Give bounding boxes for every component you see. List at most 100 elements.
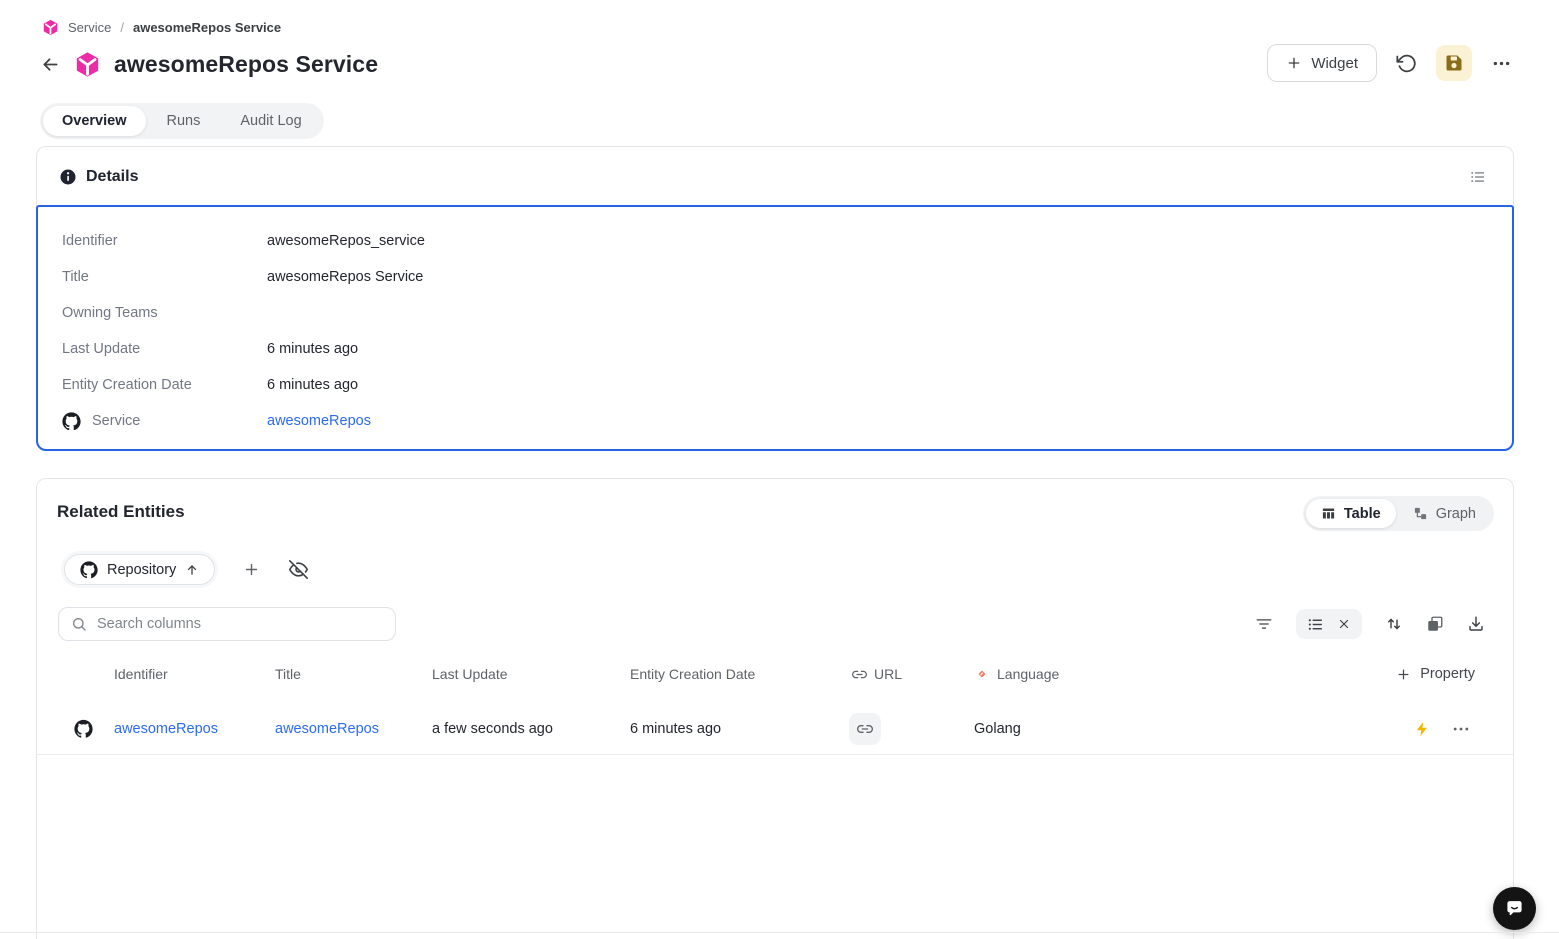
view-toggle-graph[interactable]: Graph [1398, 499, 1491, 528]
add-property-button[interactable]: Property [1396, 666, 1475, 682]
detail-row: Entity Creation Date 6 minutes ago [38, 367, 1512, 403]
link-icon [857, 724, 873, 733]
entity-tab-label: Repository [107, 561, 177, 578]
table-header-row: Identifier Title Last Update Entity Crea… [37, 657, 1513, 691]
row-identifier-link[interactable]: awesomeRepos [114, 721, 218, 737]
clear-group-button[interactable] [1337, 617, 1351, 631]
detail-row: Last Update 6 minutes ago [38, 331, 1512, 367]
detail-row: Identifier awesomeRepos_service [38, 223, 1512, 259]
github-icon [74, 719, 93, 738]
download-icon [1469, 616, 1483, 631]
add-widget-button[interactable]: Widget [1267, 44, 1377, 82]
service-entity-page: Service / awesomeRepos Service awesomeRe… [0, 0, 1559, 939]
detail-row-service: Service awesomeRepos [38, 403, 1512, 439]
table-toolbar [1255, 609, 1485, 639]
breadcrumb-separator: / [120, 20, 124, 35]
search-columns [58, 607, 396, 641]
viewport-bottom-divider [0, 932, 1559, 933]
support-chat-button[interactable] [1493, 887, 1536, 930]
breadcrumb: Service / awesomeRepos Service [42, 19, 281, 36]
view-toggle: Table Graph [1302, 496, 1494, 531]
entity-tab-container: Repository [61, 551, 219, 588]
ellipsis-icon [1453, 727, 1469, 730]
chat-bubble-icon [1507, 901, 1522, 916]
row-quick-action-button[interactable] [1414, 720, 1431, 737]
list-icon [1308, 618, 1322, 630]
plus-icon [1398, 669, 1409, 679]
group-by-control [1296, 609, 1362, 639]
add-related-entity-button[interactable] [243, 561, 260, 578]
details-widget-header: Details [36, 146, 1514, 206]
details-title: Details [86, 167, 139, 185]
search-icon [73, 618, 86, 631]
group-list-button[interactable] [1307, 616, 1324, 633]
arrow-up-icon [188, 564, 197, 575]
detail-label: Owning Teams [62, 305, 158, 321]
page-header: awesomeRepos Service [40, 46, 378, 82]
view-toggle-table-label: Table [1343, 505, 1381, 522]
column-header-last-update[interactable]: Last Update [432, 666, 508, 682]
detail-label: Entity Creation Date [62, 377, 192, 393]
column-header-identifier[interactable]: Identifier [114, 666, 168, 682]
entity-tab-repository[interactable]: Repository [64, 554, 216, 585]
port-cube-icon [43, 19, 58, 36]
tab-runs[interactable]: Runs [148, 106, 220, 136]
details-view-list-button[interactable] [1469, 168, 1487, 186]
column-header-language[interactable]: Language [974, 666, 1059, 682]
table-icon [1322, 508, 1335, 519]
close-icon [1339, 619, 1349, 629]
row-title-link[interactable]: awesomeRepos [275, 721, 379, 737]
filter-icon [1256, 619, 1272, 629]
copy-button[interactable] [1426, 615, 1444, 633]
search-columns-input[interactable] [58, 607, 396, 641]
filter-button[interactable] [1255, 615, 1273, 633]
copy-icon [1428, 616, 1443, 631]
detail-label: Identifier [62, 233, 118, 249]
detail-value: 6 minutes ago [267, 377, 359, 393]
more-options-button[interactable] [1491, 53, 1512, 74]
details-widget-body[interactable]: Identifier awesomeRepos_service Title aw… [36, 205, 1514, 451]
list-icon [1471, 171, 1484, 182]
service-entity-link[interactable]: awesomeRepos [267, 413, 371, 429]
row-more-options-button[interactable] [1451, 719, 1471, 739]
tab-overview[interactable]: Overview [43, 106, 146, 136]
github-icon [62, 411, 81, 430]
table-row[interactable]: awesomeRepos awesomeRepos a few seconds … [37, 703, 1513, 755]
plus-icon [246, 563, 258, 576]
info-icon [60, 169, 76, 184]
ellipsis-icon [1493, 61, 1510, 65]
tab-audit-log[interactable]: Audit Log [221, 106, 320, 136]
row-last-update: a few seconds ago [432, 720, 553, 737]
undo-button[interactable] [1396, 53, 1417, 74]
breadcrumb-root[interactable]: Service [68, 20, 111, 35]
header-actions: Widget [1267, 44, 1512, 82]
detail-value: awesomeRepos_service [267, 233, 425, 249]
column-header-entity-creation-date[interactable]: Entity Creation Date [630, 666, 755, 682]
row-language: Golang [974, 720, 1021, 737]
column-header-title[interactable]: Title [275, 666, 301, 682]
add-widget-label: Widget [1311, 54, 1358, 72]
related-entity-tabs: Repository [61, 551, 309, 588]
page-title: awesomeRepos Service [114, 50, 379, 77]
hide-related-button[interactable] [289, 560, 309, 579]
detail-row: Title awesomeRepos Service [38, 259, 1512, 295]
download-button[interactable] [1467, 615, 1485, 633]
port-cube-icon [76, 51, 99, 77]
page-tabs: Overview Runs Audit Log [40, 103, 324, 139]
view-toggle-table[interactable]: Table [1305, 499, 1396, 528]
column-header-url[interactable]: URL [852, 666, 902, 682]
bolt-icon [1416, 721, 1427, 736]
save-button[interactable] [1436, 45, 1472, 81]
related-entities-title: Related Entities [57, 502, 185, 521]
link-icon [852, 670, 867, 678]
detail-row: Owning Teams [38, 295, 1512, 331]
detail-value: awesomeRepos Service [267, 269, 424, 285]
detail-value: 6 minutes ago [267, 341, 359, 357]
sort-arrows-icon [1388, 618, 1400, 630]
back-button[interactable] [40, 54, 61, 75]
sort-button[interactable] [1385, 615, 1403, 633]
row-url-link-button[interactable] [849, 712, 881, 745]
back-arrow-icon [43, 57, 58, 71]
details-title-group: Details [59, 168, 138, 186]
undo-icon [1396, 54, 1416, 72]
